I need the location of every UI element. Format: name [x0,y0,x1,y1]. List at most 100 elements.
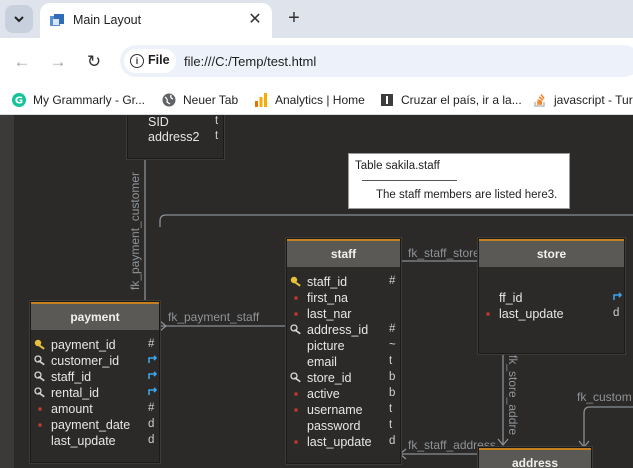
analytics-icon [255,93,267,107]
fk-reference-icon [148,354,158,367]
field-type: ~ [389,339,396,351]
field-name: amount [51,402,93,416]
relation-label-fk-payment-customer: fk_payment_customer [128,171,142,290]
table-top-partial[interactable]: SID t address2 t [127,115,224,159]
tooltip-body: The staff members are listed here3. [376,189,558,201]
relation-label-fk-store-address: fk_store_addre [506,355,520,436]
field-name: customer_id [51,354,120,368]
table-tooltip: Table sakila.staff The staff members are… [348,153,570,209]
not-null-dot-icon [482,308,495,320]
diagram-canvas[interactable]: fk_payment_customer fk_payment_staff fk_… [0,115,633,468]
blank-icon [290,356,303,368]
field-type: # [148,402,155,414]
field-name: staff_id [307,275,348,289]
grammarly-icon: G [12,93,26,107]
table-store[interactable]: store ff_id last_update d [478,238,625,354]
blank-icon [482,292,495,304]
address-bar[interactable]: i File file:///C:/Temp/test.html [120,45,633,77]
foreign-key-icon [290,372,303,384]
field-name: last_update [307,435,372,449]
foreign-key-icon [34,355,47,367]
field-type: t [389,419,393,431]
field-name: ff_id [499,291,523,305]
not-null-dot-icon [34,403,47,415]
not-null-dot-icon [34,419,47,431]
new-tab-icon[interactable]: + [283,7,305,29]
relation-label-fk-custom: fk_custom [577,390,632,404]
bookmark-i-icon [381,94,393,106]
table-title[interactable]: staff [287,239,400,267]
field-type: b [389,387,396,399]
tab-search-button[interactable] [5,5,33,33]
table-title[interactable]: payment [31,302,159,330]
field-name: last_update [51,434,116,448]
table-title[interactable]: address [479,448,591,468]
forward-arrow-icon[interactable]: → [47,51,69,73]
field-name: staff_id [51,370,92,384]
browser-chrome: Main Layout ✕ + ← → ↻ i File file:///C:/… [0,0,633,120]
fk-reference-icon [613,291,623,304]
table-staff[interactable]: staff staff_id # first_na last_nar address_i… [286,238,401,464]
chevron-down-icon [14,16,24,23]
field-name: payment_date [51,418,131,432]
primary-key-icon [34,339,47,351]
field-name: email [307,355,337,369]
field-name: last_nar [307,307,352,321]
relation-label-fk-payment-staff: fk_payment_staff [168,310,260,324]
blank-icon [34,435,47,447]
table-payment[interactable]: payment payment_id # customer_id staff_idre… [30,301,160,463]
field-type: t [389,355,393,367]
foreign-key-icon [34,387,47,399]
tab-strip: Main Layout ✕ + [0,0,633,38]
field-name: username [307,403,363,417]
foreign-key-icon [34,371,47,383]
fk-reference-icon [148,370,158,383]
browser-toolbar: ← → ↻ i File file:///C:/Temp/test.html [0,38,633,84]
field-name: password [307,419,361,433]
info-icon: i [130,54,144,68]
field-type: d [613,307,620,319]
bookmark-item[interactable]: G My Grammarly - Gr... [12,91,145,109]
field-type: # [389,323,396,335]
close-tab-icon[interactable]: ✕ [246,11,264,29]
site-info-chip[interactable]: i File [124,49,176,73]
tab-main-layout[interactable]: Main Layout ✕ [40,3,272,38]
relation-label-fk-staff-store: fk_staff_store [408,246,480,260]
table-address[interactable]: address [478,447,592,468]
blank-icon [290,420,303,432]
bookmark-item[interactable]: Cruzar el país, ir a la... [380,91,522,109]
field-type: d [389,435,396,447]
field-type: t [389,403,393,415]
field-name: payment_id [51,338,116,352]
not-null-dot-icon [290,436,303,448]
bookmark-item[interactable]: javascript - Tur [533,91,633,109]
primary-key-icon [290,276,303,288]
not-null-dot-icon [290,292,303,304]
site-label: File [148,53,170,67]
blank-icon [290,340,303,352]
table-title[interactable]: store [479,239,624,267]
field-name: picture [307,339,345,353]
field-name: rental_id [51,386,99,400]
svg-text:G: G [15,96,23,107]
back-arrow-icon[interactable]: ← [11,51,33,73]
field-name: store_id [307,371,352,385]
tooltip-divider [362,180,457,181]
field-type: # [389,275,396,287]
field-type: b [389,371,396,383]
page-favicon-icon [50,14,64,26]
field-type: d [148,418,155,430]
bookmarks-bar: G My Grammarly - Gr... Neuer Tab Analyti… [0,84,633,115]
field-name: first_na [307,291,348,305]
bookmark-item[interactable]: Neuer Tab [162,91,238,109]
reload-icon[interactable]: ↻ [83,51,105,73]
bookmark-item[interactable]: Analytics | Home [254,91,365,109]
not-null-dot-icon [290,404,303,416]
stackoverflow-icon [534,94,545,107]
field-name: address_id [307,323,369,337]
field-type: d [148,434,155,446]
field-name: last_update [499,307,564,321]
not-null-dot-icon [290,388,303,400]
url-text[interactable]: file:///C:/Temp/test.html [184,54,316,69]
tab-title: Main Layout [73,13,142,27]
